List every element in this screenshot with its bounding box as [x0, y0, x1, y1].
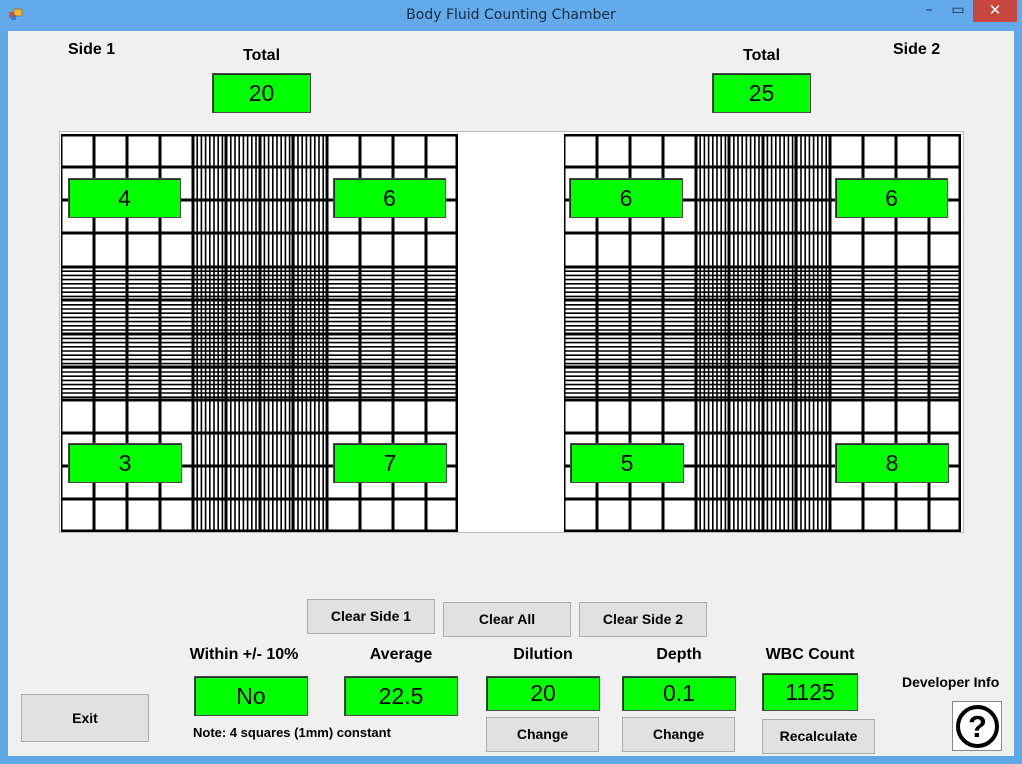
depth-value-box: 0.1 [622, 676, 736, 711]
clear-all-button[interactable]: Clear All [443, 602, 571, 637]
change-dilution-button[interactable]: Change [486, 717, 599, 752]
side1-bottom-right-count[interactable]: 7 [333, 443, 447, 483]
within-label: Within +/- 10% [189, 646, 299, 663]
side1-total-box: 20 [212, 73, 311, 113]
wbc-count-value-box: 1125 [762, 673, 858, 711]
side1-label: Side 1 [68, 41, 116, 58]
close-button[interactable]: ✕ [973, 0, 1017, 22]
maximize-button[interactable]: ▭ [945, 0, 971, 22]
wbc-count-label: WBC Count [765, 646, 855, 663]
side2-top-right-count[interactable]: 6 [835, 178, 948, 218]
side2-total-box: 25 [712, 73, 811, 113]
average-label: Average [369, 646, 433, 663]
side1-top-right-count[interactable]: 6 [333, 178, 446, 218]
note-text: Note: 4 squares (1mm) constant [193, 725, 391, 740]
side2-label: Side 2 [893, 41, 941, 58]
title-bar: Body Fluid Counting Chamber – ▭ ✕ [0, 0, 1022, 31]
recalculate-button[interactable]: Recalculate [762, 719, 875, 754]
side1-top-left-count[interactable]: 4 [68, 178, 181, 218]
question-mark-icon: ? [956, 705, 999, 748]
developer-info-label: Developer Info [902, 674, 1000, 690]
change-depth-button[interactable]: Change [622, 717, 735, 752]
side1-total-label: Total [242, 47, 281, 64]
side1-bottom-left-count[interactable]: 3 [68, 443, 182, 483]
clear-side1-button[interactable]: Clear Side 1 [307, 599, 435, 634]
dilution-label: Dilution [513, 646, 573, 663]
window-title: Body Fluid Counting Chamber [406, 7, 616, 23]
exit-button[interactable]: Exit [21, 694, 149, 742]
average-value-box: 22.5 [344, 676, 458, 716]
minimize-button[interactable]: – [915, 0, 943, 22]
side2-total-label: Total [742, 47, 781, 64]
clear-side2-button[interactable]: Clear Side 2 [579, 602, 707, 637]
side2-bottom-right-count[interactable]: 8 [835, 443, 949, 483]
side2-bottom-left-count[interactable]: 5 [570, 443, 684, 483]
within-value-box: No [194, 676, 308, 716]
help-button[interactable]: ? [952, 701, 1002, 751]
dilution-value-box: 20 [486, 676, 600, 711]
main-panel: Side 1 Side 2 Total 20 Total 25 4 6 3 7 … [8, 31, 1014, 756]
side2-top-left-count[interactable]: 6 [569, 178, 683, 218]
depth-label: Depth [656, 646, 702, 663]
